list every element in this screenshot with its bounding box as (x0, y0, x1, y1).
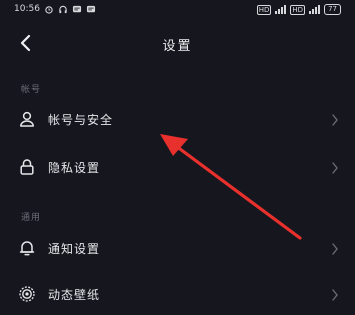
lock-icon (20, 159, 34, 175)
signal-icon-2 (309, 5, 321, 14)
person-icon (20, 111, 34, 127)
message-icon-2 (86, 5, 95, 12)
chevron-right-icon (332, 162, 338, 174)
battery-indicator: 77 (324, 4, 341, 15)
headset-icon (59, 5, 67, 13)
section-label-account: 帐号 (21, 85, 42, 95)
settings-item-label: 通知设置 (48, 242, 101, 256)
chevron-right-icon (332, 289, 338, 301)
settings-item-label: 隐私设置 (48, 161, 101, 175)
network-type-1: HD (256, 4, 272, 15)
status-time: 10:56 (14, 4, 40, 14)
alarm-icon (45, 5, 53, 14)
message-icon (72, 5, 81, 12)
header-bar: 设置 (0, 26, 355, 62)
chevron-right-icon (332, 243, 338, 255)
signal-icon (275, 5, 287, 14)
status-right: HD HD 77 (256, 4, 341, 15)
wallpaper-icon (19, 286, 35, 302)
settings-item-live-wallpaper[interactable]: 动态壁纸 (0, 275, 355, 315)
status-bar: 10:56 HD HD 77 (0, 0, 355, 22)
settings-item-account-security[interactable]: 帐号与安全 (0, 100, 355, 140)
network-type-2: HD (290, 4, 306, 15)
settings-item-privacy[interactable]: 隐私设置 (0, 148, 355, 188)
settings-item-label: 动态壁纸 (48, 288, 101, 302)
settings-item-notifications[interactable]: 通知设置 (0, 229, 355, 269)
section-label-general: 通用 (21, 213, 42, 223)
chevron-right-icon (332, 114, 338, 126)
bell-icon (19, 241, 35, 256)
status-left: 10:56 (14, 4, 96, 14)
page-title: 设置 (162, 39, 193, 54)
settings-item-label: 帐号与安全 (48, 113, 114, 127)
